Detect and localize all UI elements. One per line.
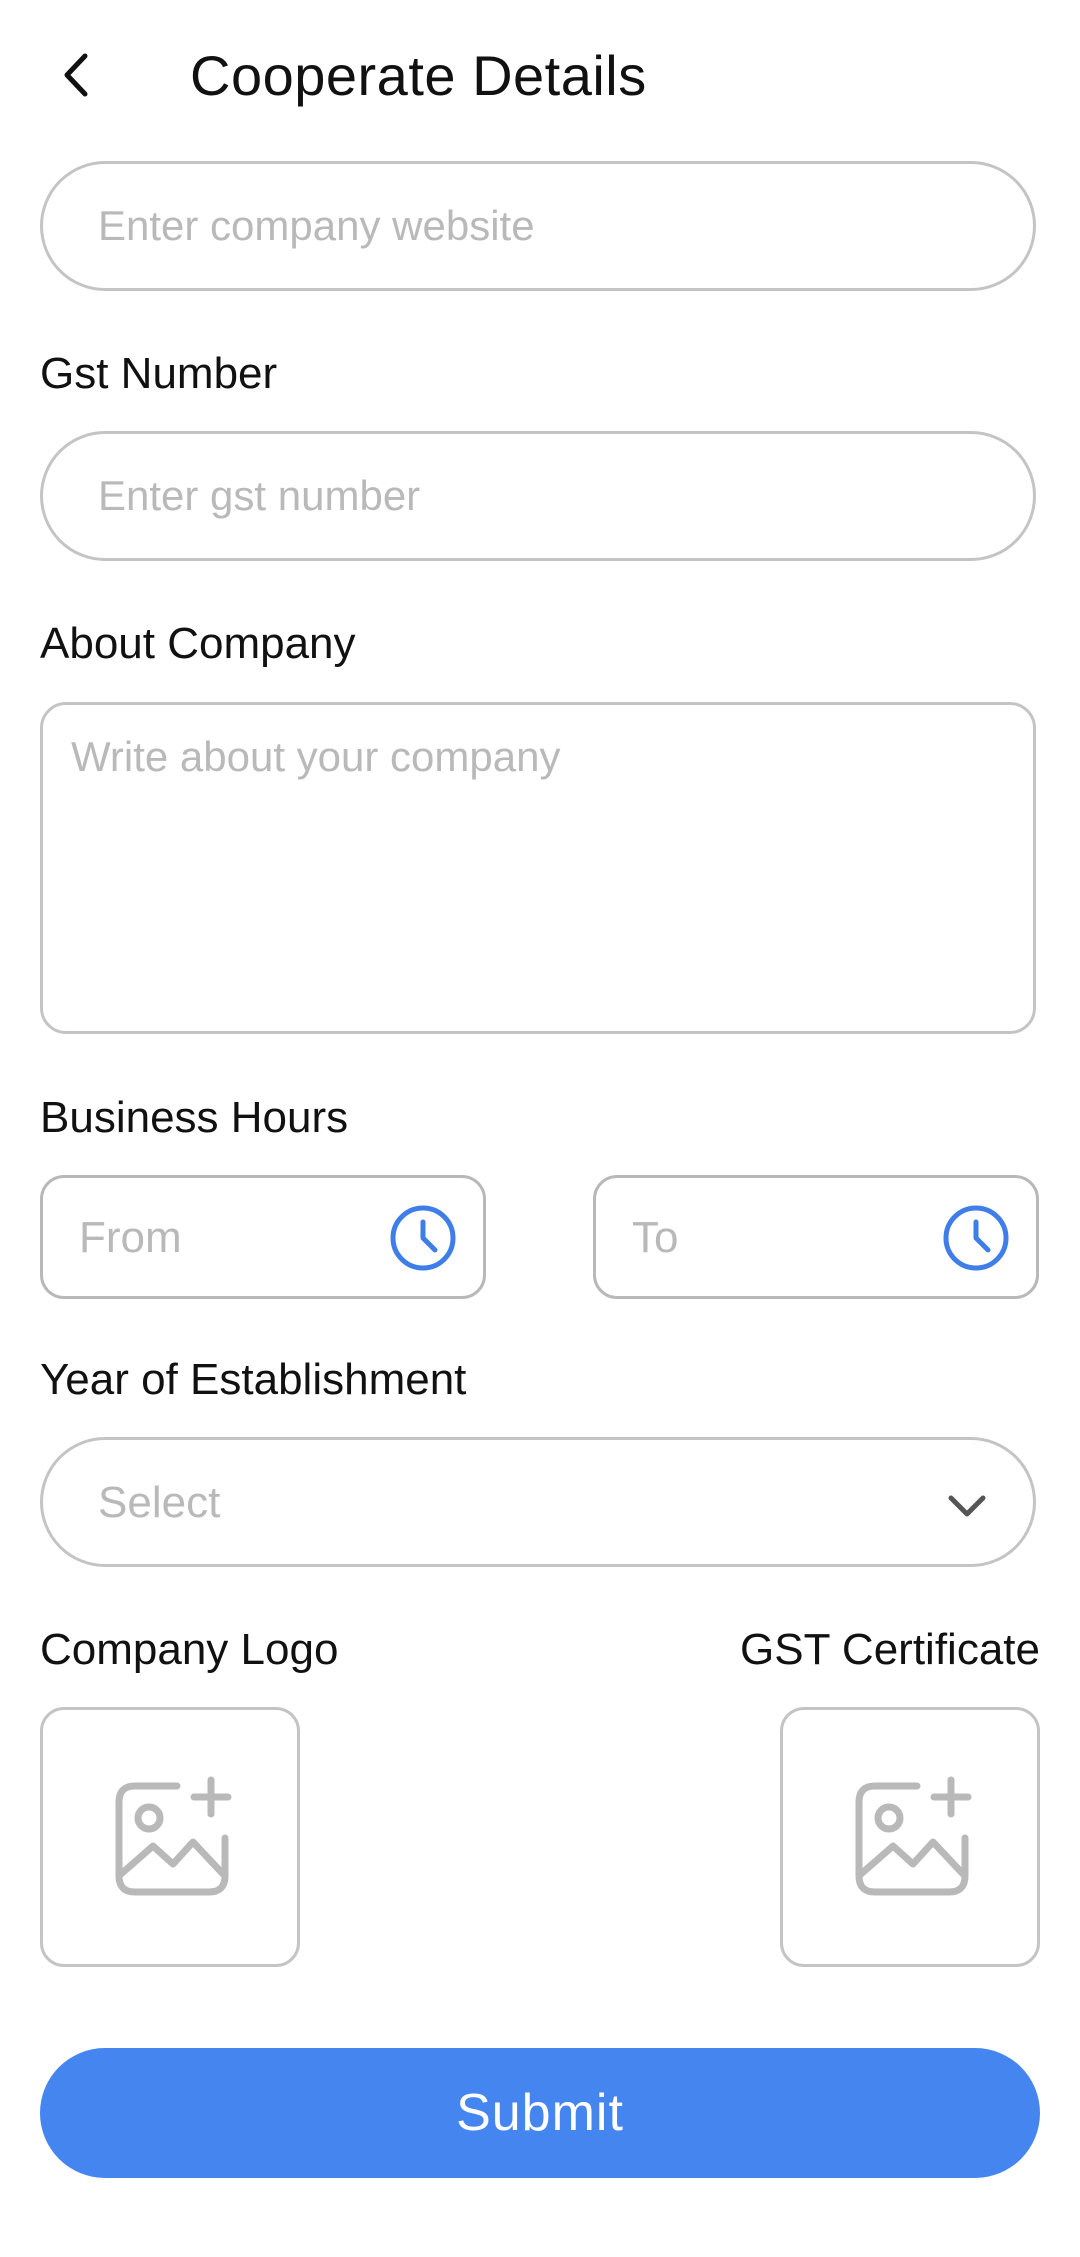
about-company-label: About Company [40, 619, 356, 668]
select-value: Select [98, 1478, 221, 1527]
chevron-left-icon [64, 53, 88, 97]
business-hours-label: Business Hours [40, 1093, 349, 1142]
year-of-establishment-label: Year of Establishment [40, 1355, 467, 1404]
clock-icon [390, 1205, 456, 1271]
gst-number-input[interactable] [98, 434, 958, 558]
gst-certificate-upload[interactable] [780, 1707, 1040, 1967]
year-of-establishment-select[interactable]: Select [40, 1437, 1036, 1567]
back-button[interactable] [40, 30, 110, 120]
add-image-icon [115, 1776, 232, 1896]
about-company-field[interactable] [40, 702, 1036, 1034]
company-logo-label: Company Logo [40, 1625, 339, 1674]
website-field[interactable] [40, 161, 1036, 291]
page-title: Cooperate Details [190, 44, 647, 107]
company-logo-upload[interactable] [40, 1707, 300, 1967]
gst-number-label: Gst Number [40, 349, 278, 398]
website-input[interactable] [98, 164, 958, 288]
about-company-textarea[interactable] [71, 733, 1001, 1003]
chevron-down-icon [948, 1495, 986, 1517]
gst-number-field[interactable] [40, 431, 1036, 561]
header: Cooperate Details [0, 0, 1080, 150]
to-time-picker[interactable]: To [593, 1175, 1039, 1299]
from-time-placeholder: From [79, 1213, 182, 1262]
submit-button[interactable]: Submit [40, 2048, 1040, 2178]
to-time-placeholder: To [632, 1213, 679, 1262]
clock-icon [943, 1205, 1009, 1271]
add-image-icon [855, 1776, 972, 1896]
gst-certificate-label: GST Certificate [740, 1625, 1040, 1674]
from-time-picker[interactable]: From [40, 1175, 486, 1299]
